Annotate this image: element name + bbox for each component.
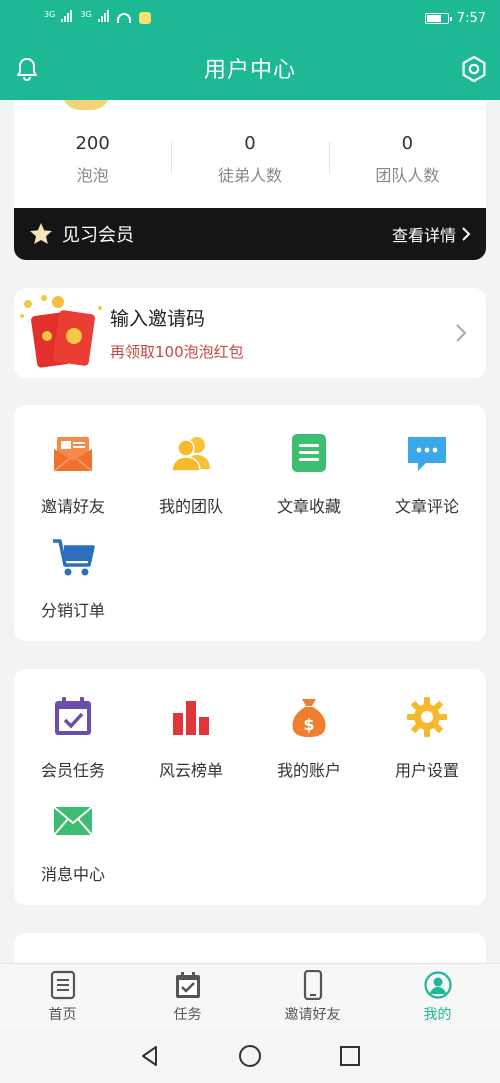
system-nav-bar — [0, 1029, 500, 1083]
gear-icon — [407, 697, 447, 737]
tab-mine[interactable]: 我的 — [375, 964, 500, 1029]
wifi-icon — [116, 13, 131, 23]
view-details-link[interactable]: 查看详情 — [392, 222, 472, 246]
bell-icon[interactable] — [14, 56, 40, 82]
invite-friends-item[interactable]: 邀请好友 — [14, 429, 132, 533]
membership-bar[interactable]: 见习会员 查看详情 — [14, 208, 486, 260]
home-doc-icon — [50, 970, 75, 1000]
comment-icon — [408, 437, 446, 471]
battery-icon — [424, 12, 452, 24]
bottom-tab-bar: 首页 任务 邀请好友 我的 — [0, 963, 500, 1029]
settings-icon[interactable] — [460, 55, 488, 83]
tab-tasks[interactable]: 任务 — [125, 964, 250, 1029]
article-comments-item[interactable]: 文章评论 — [368, 429, 486, 533]
svg-text:$: $ — [303, 715, 314, 734]
star-icon — [30, 223, 52, 244]
article-favorite-icon — [292, 434, 326, 472]
message-center-item[interactable]: 消息中心 — [14, 797, 132, 901]
invite-code-subtitle: 再领取100泡泡红包 — [110, 343, 244, 361]
avatar — [62, 100, 110, 110]
header-bar: 用户中心 — [0, 36, 500, 100]
sim2-signal-icon: 3G — [80, 10, 109, 26]
sim1-signal-icon: 3G — [44, 10, 73, 26]
notification-app-icon — [138, 12, 151, 24]
bar-chart-icon — [173, 701, 209, 735]
back-triangle-icon[interactable] — [138, 1044, 162, 1068]
article-favorites-item[interactable]: 文章收藏 — [250, 429, 368, 533]
invite-code-card[interactable]: 输入邀请码 再领取100泡泡红包 — [14, 288, 486, 378]
tab-home[interactable]: 首页 — [0, 964, 125, 1029]
status-indicators: 3G 3G — [44, 10, 151, 26]
feature-group-account: 会员任务 风云榜单 $ 我的账户 用户设置 消息中心 — [14, 669, 486, 905]
status-bar: 3G 3G 7:57 — [0, 0, 500, 36]
feature-group-content: 邀请好友 我的团队 文章收藏 文章评论 分销订单 — [14, 405, 486, 641]
leaderboard-item[interactable]: 风云榜单 — [132, 693, 250, 797]
tab-invite-friends[interactable]: 邀请好友 — [250, 964, 375, 1029]
cart-icon — [53, 539, 95, 576]
stat-bubbles[interactable]: 200 泡泡 — [14, 132, 171, 192]
red-envelope-icon — [20, 295, 102, 368]
phone-icon — [303, 970, 322, 1000]
member-tasks-item[interactable]: 会员任务 — [14, 693, 132, 797]
recents-square-icon[interactable] — [338, 1044, 362, 1068]
stat-team-members[interactable]: 0 团队人数 — [328, 132, 486, 192]
invite-mail-icon — [53, 437, 93, 472]
profile-stats: 200 泡泡 0 徒弟人数 0 团队人数 — [14, 132, 486, 192]
home-circle-icon[interactable] — [238, 1044, 262, 1068]
user-settings-item[interactable]: 用户设置 — [368, 693, 486, 797]
envelope-icon — [53, 806, 93, 836]
my-team-item[interactable]: 我的团队 — [132, 429, 250, 533]
team-icon — [171, 437, 210, 472]
distribution-orders-item[interactable]: 分销订单 — [14, 533, 132, 637]
profile-icon — [423, 971, 452, 999]
calendar-check-icon — [55, 697, 91, 735]
membership-level: 见习会员 — [62, 225, 134, 246]
invite-code-title: 输入邀请码 — [110, 308, 206, 330]
page-title: 用户中心 — [203, 58, 296, 83]
status-time: 7:57 — [456, 10, 486, 26]
money-bag-icon: $ — [292, 699, 326, 737]
stat-apprentices[interactable]: 0 徒弟人数 — [171, 132, 328, 192]
my-account-item[interactable]: $ 我的账户 — [250, 693, 368, 797]
chevron-right-icon — [462, 227, 471, 241]
task-calendar-icon — [175, 972, 200, 998]
chevron-right-icon — [456, 324, 467, 342]
profile-card: 200 泡泡 0 徒弟人数 0 团队人数 见习会员 查看详情 — [14, 100, 486, 260]
